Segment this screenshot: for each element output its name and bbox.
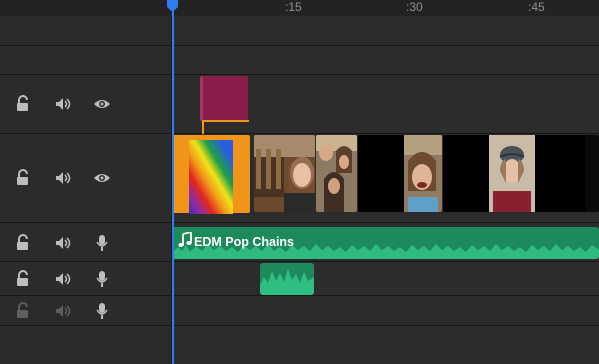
eye-icon[interactable] <box>93 95 111 113</box>
speaker-icon[interactable] <box>54 234 72 252</box>
speaker-icon[interactable] <box>54 302 72 320</box>
microphone-icon[interactable] <box>93 270 111 288</box>
track-header <box>0 223 172 261</box>
video-clip[interactable] <box>358 135 442 212</box>
audio-waveform <box>260 269 314 295</box>
track-header <box>0 296 172 325</box>
video-thumbnail <box>358 135 442 212</box>
lock-open-icon[interactable] <box>14 270 32 288</box>
clip-connector <box>202 120 249 122</box>
empty-track-row <box>0 46 599 75</box>
music-clip-title: EDM Pop Chains <box>194 235 295 249</box>
video-clip[interactable] <box>254 135 315 212</box>
speaker-icon[interactable] <box>54 169 72 187</box>
track-header <box>0 75 172 133</box>
microphone-icon[interactable] <box>93 302 111 320</box>
timeline-ruler[interactable]: :15 :30 :45 <box>172 0 599 16</box>
lock-open-icon[interactable] <box>14 169 32 187</box>
selected-video-clip[interactable] <box>172 135 250 214</box>
video-track <box>0 134 599 223</box>
playhead-handle[interactable] <box>167 0 178 12</box>
speaker-icon[interactable] <box>54 95 72 113</box>
empty-track-row <box>0 16 599 46</box>
video-thumbnail <box>316 135 357 212</box>
audio-clip[interactable] <box>260 263 314 295</box>
eye-icon[interactable] <box>93 169 111 187</box>
track-header <box>0 262 172 295</box>
title-track <box>0 75 599 134</box>
lock-open-icon[interactable] <box>14 302 32 320</box>
ruler-tick-label: :15 <box>285 0 302 14</box>
ruler-tick-label: :45 <box>528 0 545 14</box>
title-clip[interactable] <box>200 76 248 121</box>
video-thumbnail <box>254 135 315 212</box>
lock-open-icon[interactable] <box>14 95 32 113</box>
track-header <box>0 134 172 222</box>
video-clip[interactable] <box>316 135 357 212</box>
video-thumbnail <box>443 135 599 212</box>
music-note-icon <box>178 232 192 247</box>
rainbow-thumbnail <box>189 140 233 214</box>
audio-track <box>0 262 599 296</box>
microphone-icon[interactable] <box>93 234 111 252</box>
speaker-icon[interactable] <box>54 270 72 288</box>
music-clip[interactable]: EDM Pop Chains <box>172 227 599 259</box>
lock-open-icon[interactable] <box>14 234 32 252</box>
music-track: EDM Pop Chains <box>0 223 599 262</box>
track-header-top <box>0 0 172 16</box>
audio-track <box>0 296 599 326</box>
playhead-line[interactable] <box>172 0 174 364</box>
empty-track-row <box>0 326 599 364</box>
video-clip[interactable] <box>443 135 599 212</box>
ruler-tick-label: :30 <box>406 0 423 14</box>
